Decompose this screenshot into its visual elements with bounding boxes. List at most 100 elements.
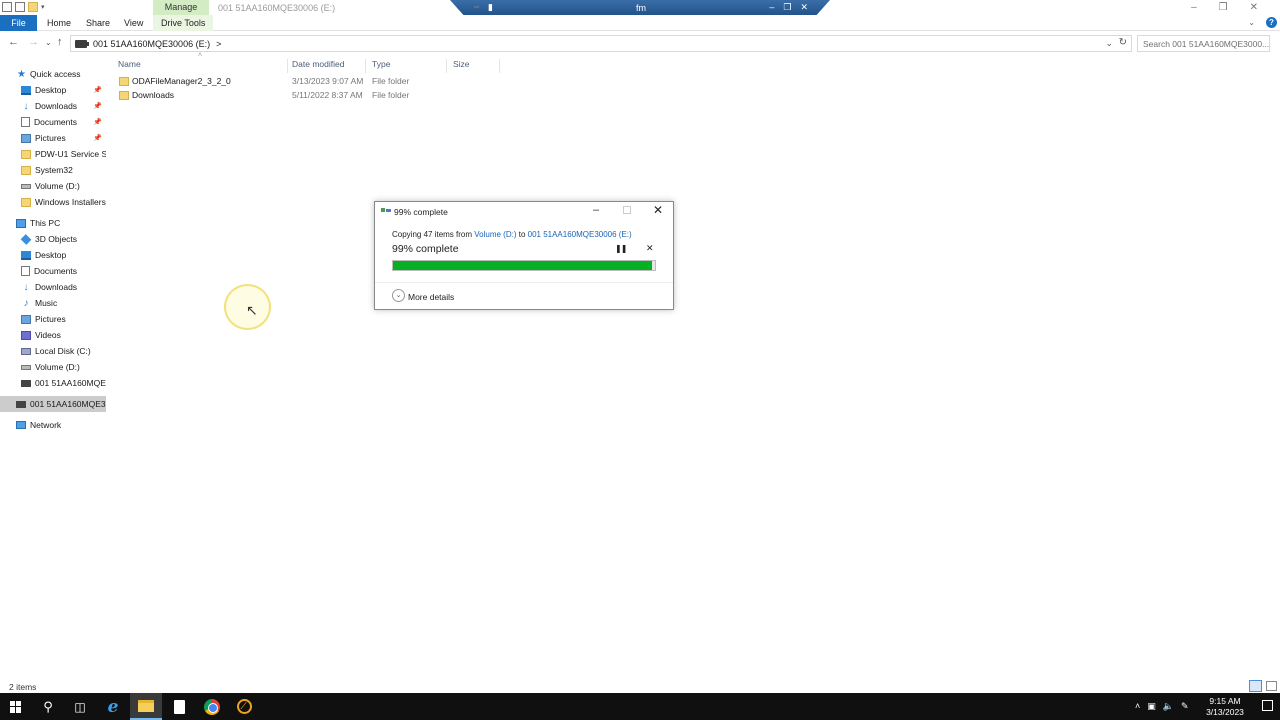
forward-arrow-icon[interactable]: → [28, 36, 39, 48]
nav-music[interactable]: ♪ Music [0, 295, 106, 311]
minimize-button[interactable]: – [1191, 2, 1197, 13]
refresh-icon[interactable]: ↻ [1119, 37, 1127, 48]
destination-link[interactable]: 001 51AA160MQE30006 (E:) [528, 230, 632, 239]
notepad-icon[interactable] [163, 693, 195, 720]
navigation-pane: ★ Quick access Desktop 📌 ↓ Downloads 📌 D… [0, 60, 106, 680]
column-header-date-modified[interactable]: Date modified [286, 59, 366, 73]
breadcrumb-drive[interactable]: 001 51AA160MQE30006 (E:) [93, 39, 210, 49]
recent-locations-chevron-icon[interactable]: ⌄ [45, 38, 52, 47]
network-tray-icon[interactable]: ▣ [1147, 701, 1156, 712]
remote-bar-controls: – ❒ ✕ [769, 2, 808, 13]
sort-ascending-icon: ˄ [198, 52, 203, 59]
pin-icon: 📌 [93, 119, 102, 126]
expand-ribbon-chevron-icon[interactable]: ⌄ [1248, 18, 1255, 27]
system-tray: ˄ ▣ 🔈 ✎ [1135, 701, 1189, 712]
nav-pictures-pinned[interactable]: Pictures 📌 [0, 130, 106, 146]
nav-desktop[interactable]: Desktop [0, 247, 106, 263]
nav-usb-drive-pc[interactable]: 001 51AA160MQE30 [0, 375, 106, 391]
dialog-title: 99% complete [394, 207, 448, 217]
search-icon[interactable]: ⚲ [32, 693, 64, 720]
up-arrow-icon[interactable]: ↑ [57, 36, 63, 48]
manage-context-tab[interactable]: Manage [153, 0, 209, 15]
dialog-maximize-button [623, 206, 631, 214]
nav-3d-objects[interactable]: 3D Objects [0, 231, 106, 247]
nav-windows-installers[interactable]: Windows Installers [0, 194, 106, 210]
nav-quick-access[interactable]: ★ Quick access [0, 66, 106, 82]
nav-network[interactable]: Network [0, 417, 106, 433]
folder-icon [21, 197, 31, 207]
volume-icon[interactable]: 🔈 [1163, 701, 1174, 712]
desktop-icon [21, 250, 31, 260]
customize-toolbar-chevron-icon[interactable]: ▾ [41, 3, 45, 11]
internet-explorer-icon[interactable]: e [97, 693, 129, 720]
file-explorer-icon[interactable] [130, 693, 162, 720]
table-row[interactable]: ODAFileManager2_3_2_0 3/13/2023 9:07 AM … [112, 75, 512, 89]
details-view-icon[interactable] [1249, 680, 1262, 692]
pen-icon[interactable]: ✎ [1181, 701, 1189, 712]
nav-downloads[interactable]: ↓ Downloads [0, 279, 106, 295]
tab-home[interactable]: Home [47, 15, 71, 31]
new-document-icon[interactable] [15, 2, 25, 12]
address-dropdown-icon[interactable]: ⌄ [1105, 38, 1113, 49]
column-header-type[interactable]: Type [366, 59, 447, 73]
nav-volume-d-quick[interactable]: Volume (D:) [0, 178, 106, 194]
chevron-down-icon[interactable]: ⌄ [392, 289, 405, 302]
nav-desktop-pinned[interactable]: Desktop 📌 [0, 82, 106, 98]
tab-view[interactable]: View [124, 15, 143, 31]
nav-pdw-u1-service[interactable]: PDW-U1 Service Sof [0, 146, 106, 162]
chevron-up-icon[interactable]: ˄ [1135, 701, 1140, 712]
column-header-name[interactable]: Name [112, 59, 288, 73]
breadcrumb-separator[interactable]: > [216, 39, 221, 49]
remote-restore-button[interactable]: ❒ [783, 2, 791, 13]
nav-documents[interactable]: Documents [0, 263, 106, 279]
oda-file-manager-icon[interactable]: ∕ [228, 693, 260, 720]
column-header-size[interactable]: Size [447, 59, 500, 73]
nav-usb-drive-selected[interactable]: 001 51AA160MQE300 [0, 396, 106, 412]
start-button[interactable] [0, 693, 32, 720]
tab-file[interactable]: File [0, 15, 37, 31]
nav-documents-pinned[interactable]: Documents 📌 [0, 114, 106, 130]
more-details-button[interactable]: More details [408, 292, 454, 302]
back-arrow-icon[interactable]: ← [8, 36, 19, 48]
notifications-icon[interactable] [1262, 700, 1273, 711]
remote-close-button[interactable]: ✕ [800, 2, 808, 13]
source-link[interactable]: Volume (D:) [474, 230, 516, 239]
desktop-icon [21, 85, 31, 95]
address-bar[interactable]: 001 51AA160MQE30006 (E:) > ⌄ ↻ [70, 35, 1132, 52]
dialog-close-button[interactable]: ✕ [653, 203, 663, 217]
tab-drive-tools[interactable]: Drive Tools [153, 15, 214, 31]
task-view-icon[interactable]: ◫ [64, 693, 96, 720]
help-icon[interactable]: ? [1266, 17, 1277, 28]
file-date: 5/11/2022 8:37 AM [292, 90, 363, 100]
music-icon: ♪ [23, 297, 29, 309]
pause-icon[interactable]: ❚❚ [615, 244, 627, 253]
nav-pictures[interactable]: Pictures [0, 311, 106, 327]
cancel-copy-icon[interactable]: ✕ [646, 243, 654, 254]
nav-local-disk-c[interactable]: Local Disk (C:) [0, 343, 106, 359]
table-row[interactable]: Downloads 5/11/2022 8:37 AM File folder [112, 89, 512, 103]
progress-bar [392, 260, 656, 271]
download-icon: ↓ [23, 281, 29, 293]
tab-share[interactable]: Share [86, 15, 110, 31]
nav-system32[interactable]: System32 [0, 162, 106, 178]
nav-videos[interactable]: Videos [0, 327, 106, 343]
close-button[interactable]: ✕ [1250, 2, 1258, 13]
dialog-minimize-button[interactable]: – [593, 204, 599, 216]
nav-downloads-pinned[interactable]: ↓ Downloads 📌 [0, 98, 106, 114]
new-folder-icon[interactable] [28, 2, 38, 12]
large-icons-view-icon[interactable] [1266, 681, 1277, 691]
remote-minimize-button[interactable]: – [769, 2, 774, 13]
signal-icon[interactable]: ▮ [488, 2, 493, 13]
videos-icon [21, 330, 31, 340]
maximize-button[interactable]: ❒ [1219, 2, 1228, 13]
chrome-icon[interactable] [196, 693, 228, 720]
system-clock[interactable]: 9:15 AM 3/13/2023 [1203, 696, 1247, 718]
search-input[interactable]: Search 001 51AA160MQE3000... [1137, 35, 1270, 52]
star-icon: ★ [17, 68, 26, 80]
properties-icon[interactable] [2, 2, 12, 12]
pin-icon: 📌 [93, 135, 102, 142]
file-name: Downloads [132, 90, 175, 100]
dialog-title-bar: 99% complete – ✕ [375, 202, 673, 220]
nav-volume-d[interactable]: Volume (D:) [0, 359, 106, 375]
nav-this-pc[interactable]: This PC [0, 215, 106, 231]
